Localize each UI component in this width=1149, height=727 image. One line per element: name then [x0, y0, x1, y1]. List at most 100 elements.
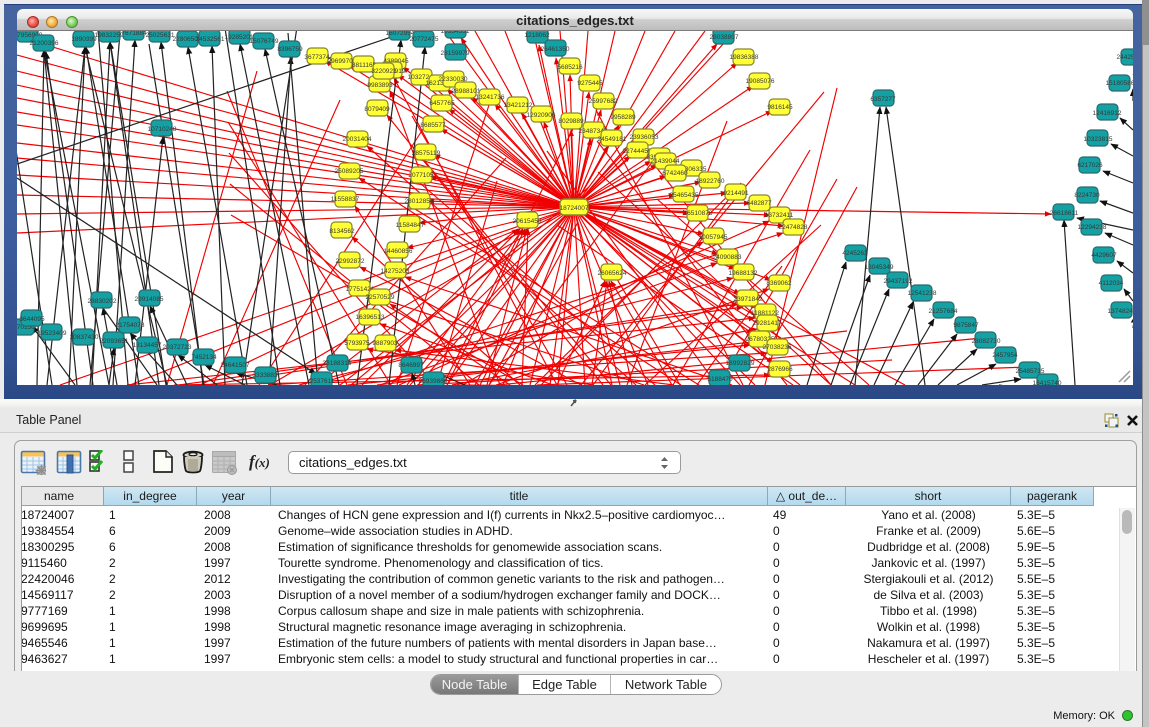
- svg-text:6457765: 6457765: [429, 100, 455, 107]
- svg-text:12416912: 12416912: [1093, 110, 1122, 117]
- svg-text:12920906: 12920906: [527, 112, 556, 119]
- svg-text:9983893: 9983893: [367, 82, 393, 89]
- svg-text:6482877: 6482877: [746, 200, 772, 207]
- svg-text:25089205: 25089205: [335, 168, 364, 175]
- svg-text:26939869: 26939869: [419, 378, 448, 385]
- svg-text:25997682: 25997682: [589, 98, 618, 105]
- svg-text:26461350: 26461350: [541, 46, 570, 53]
- svg-text:8646997: 8646997: [398, 362, 424, 369]
- svg-text:8396759: 8396759: [277, 46, 303, 53]
- svg-text:4245263: 4245263: [842, 250, 868, 257]
- svg-text:18724007: 18724007: [560, 205, 589, 212]
- svg-text:5685216: 5685216: [557, 64, 583, 71]
- svg-text:28012854: 28012854: [405, 198, 434, 205]
- svg-text:23188315: 23188315: [323, 360, 352, 367]
- svg-text:28159979: 28159979: [441, 50, 470, 57]
- svg-text:24425670: 24425670: [1117, 54, 1133, 61]
- svg-text:6742460: 6742460: [662, 170, 688, 177]
- svg-text:5793975: 5793975: [344, 340, 370, 347]
- svg-text:20772475: 20772475: [410, 36, 439, 43]
- svg-text:18992829: 18992829: [726, 360, 755, 367]
- svg-text:24549181: 24549181: [598, 136, 627, 143]
- svg-text:16396513: 16396513: [356, 314, 385, 321]
- svg-text:29437192: 29437192: [884, 278, 913, 285]
- svg-text:19523409: 19523409: [38, 330, 67, 337]
- svg-text:22474828: 22474828: [779, 224, 808, 231]
- svg-text:9875847: 9875847: [953, 322, 979, 329]
- svg-text:6357277: 6357277: [870, 96, 896, 103]
- svg-text:14460856: 14460856: [384, 248, 413, 255]
- svg-text:21754078: 21754078: [116, 322, 145, 329]
- svg-text:24090883: 24090883: [713, 254, 742, 261]
- svg-text:10057945: 10057945: [699, 234, 728, 241]
- svg-text:1218062: 1218062: [524, 32, 550, 39]
- svg-text:16415740: 16415740: [1033, 380, 1062, 385]
- svg-text:29281417: 29281417: [753, 320, 782, 327]
- svg-text:22570529: 22570529: [366, 294, 395, 301]
- svg-text:20031404: 20031404: [343, 136, 372, 143]
- svg-text:12541238: 12541238: [908, 290, 937, 297]
- svg-text:11558837: 11558837: [331, 196, 360, 203]
- svg-text:11584847: 11584847: [396, 222, 425, 229]
- svg-text:19688132: 19688132: [729, 270, 758, 277]
- svg-text:13421212: 13421212: [504, 102, 533, 109]
- svg-text:1890399: 1890399: [71, 36, 97, 43]
- svg-text:21200396: 21200396: [30, 40, 59, 47]
- svg-text:25465435: 25465435: [670, 192, 699, 199]
- svg-text:8029889: 8029889: [558, 118, 584, 125]
- svg-text:20615450: 20615450: [513, 218, 542, 225]
- svg-text:13732411: 13732411: [765, 212, 794, 219]
- svg-text:2537611: 2537611: [310, 378, 335, 385]
- svg-text:4429607: 4429607: [1091, 252, 1117, 259]
- svg-text:21439044: 21439044: [651, 158, 680, 165]
- svg-text:24532561: 24532561: [196, 36, 225, 43]
- svg-text:8685577: 8685577: [420, 122, 446, 129]
- svg-text:13748244: 13748244: [1108, 308, 1133, 315]
- svg-text:12294238: 12294238: [1078, 224, 1107, 231]
- svg-text:3677374: 3677374: [304, 54, 330, 61]
- svg-text:28038807: 28038807: [710, 34, 739, 41]
- svg-text:2077105: 2077105: [408, 172, 434, 179]
- svg-text:19085076: 19085076: [746, 78, 775, 85]
- svg-text:2876966: 2876966: [767, 366, 793, 373]
- svg-text:9214491: 9214491: [723, 190, 749, 197]
- svg-text:14275203: 14275203: [381, 268, 410, 275]
- svg-text:16510878: 16510878: [684, 210, 713, 217]
- svg-text:13045349: 13045349: [865, 264, 894, 271]
- svg-text:23936053: 23936053: [630, 134, 659, 141]
- svg-text:20372723: 20372723: [163, 344, 192, 351]
- svg-text:9958289: 9958289: [610, 114, 636, 121]
- svg-text:25025631: 25025631: [146, 32, 175, 39]
- svg-text:18922760: 18922760: [696, 178, 725, 185]
- svg-text:6217026: 6217026: [1077, 162, 1103, 169]
- svg-text:15076749: 15076749: [250, 38, 279, 45]
- svg-text:26618611: 26618611: [1050, 210, 1079, 217]
- svg-text:28830202: 28830202: [88, 298, 117, 305]
- svg-text:15180586: 15180586: [1106, 80, 1133, 87]
- svg-text:10710248: 10710248: [148, 126, 177, 133]
- svg-text:3220921: 3220921: [371, 68, 397, 75]
- svg-text:13134457: 13134457: [133, 342, 162, 349]
- svg-text:8369062: 8369062: [766, 280, 792, 287]
- svg-text:2457954: 2457954: [992, 352, 1018, 359]
- svg-text:9887903: 9887903: [372, 340, 398, 347]
- svg-text:27038236: 27038236: [763, 344, 792, 351]
- svg-text:23971842: 23971842: [734, 296, 763, 303]
- svg-text:22093651: 22093651: [100, 338, 129, 345]
- svg-text:4112034: 4112034: [1099, 280, 1124, 287]
- svg-text:7671884: 7671884: [121, 31, 147, 37]
- svg-text:21257684: 21257684: [929, 308, 958, 315]
- svg-text:10334531: 10334531: [441, 31, 470, 35]
- svg-text:8224730: 8224730: [1074, 192, 1100, 199]
- svg-text:10837430: 10837430: [70, 334, 99, 341]
- svg-text:10323815: 10323815: [1084, 136, 1113, 143]
- svg-text:3333883: 3333883: [252, 372, 278, 379]
- svg-text:9275445: 9275445: [577, 80, 603, 87]
- svg-text:28082730: 28082730: [972, 338, 1001, 345]
- svg-text:29914085: 29914085: [135, 296, 164, 303]
- svg-text:24641507: 24641507: [221, 362, 250, 369]
- svg-text:22992872: 22992872: [336, 258, 365, 265]
- svg-text:19836388: 19836388: [730, 54, 759, 61]
- svg-text:3644095: 3644095: [19, 316, 45, 323]
- svg-text:8079409: 8079409: [364, 106, 390, 113]
